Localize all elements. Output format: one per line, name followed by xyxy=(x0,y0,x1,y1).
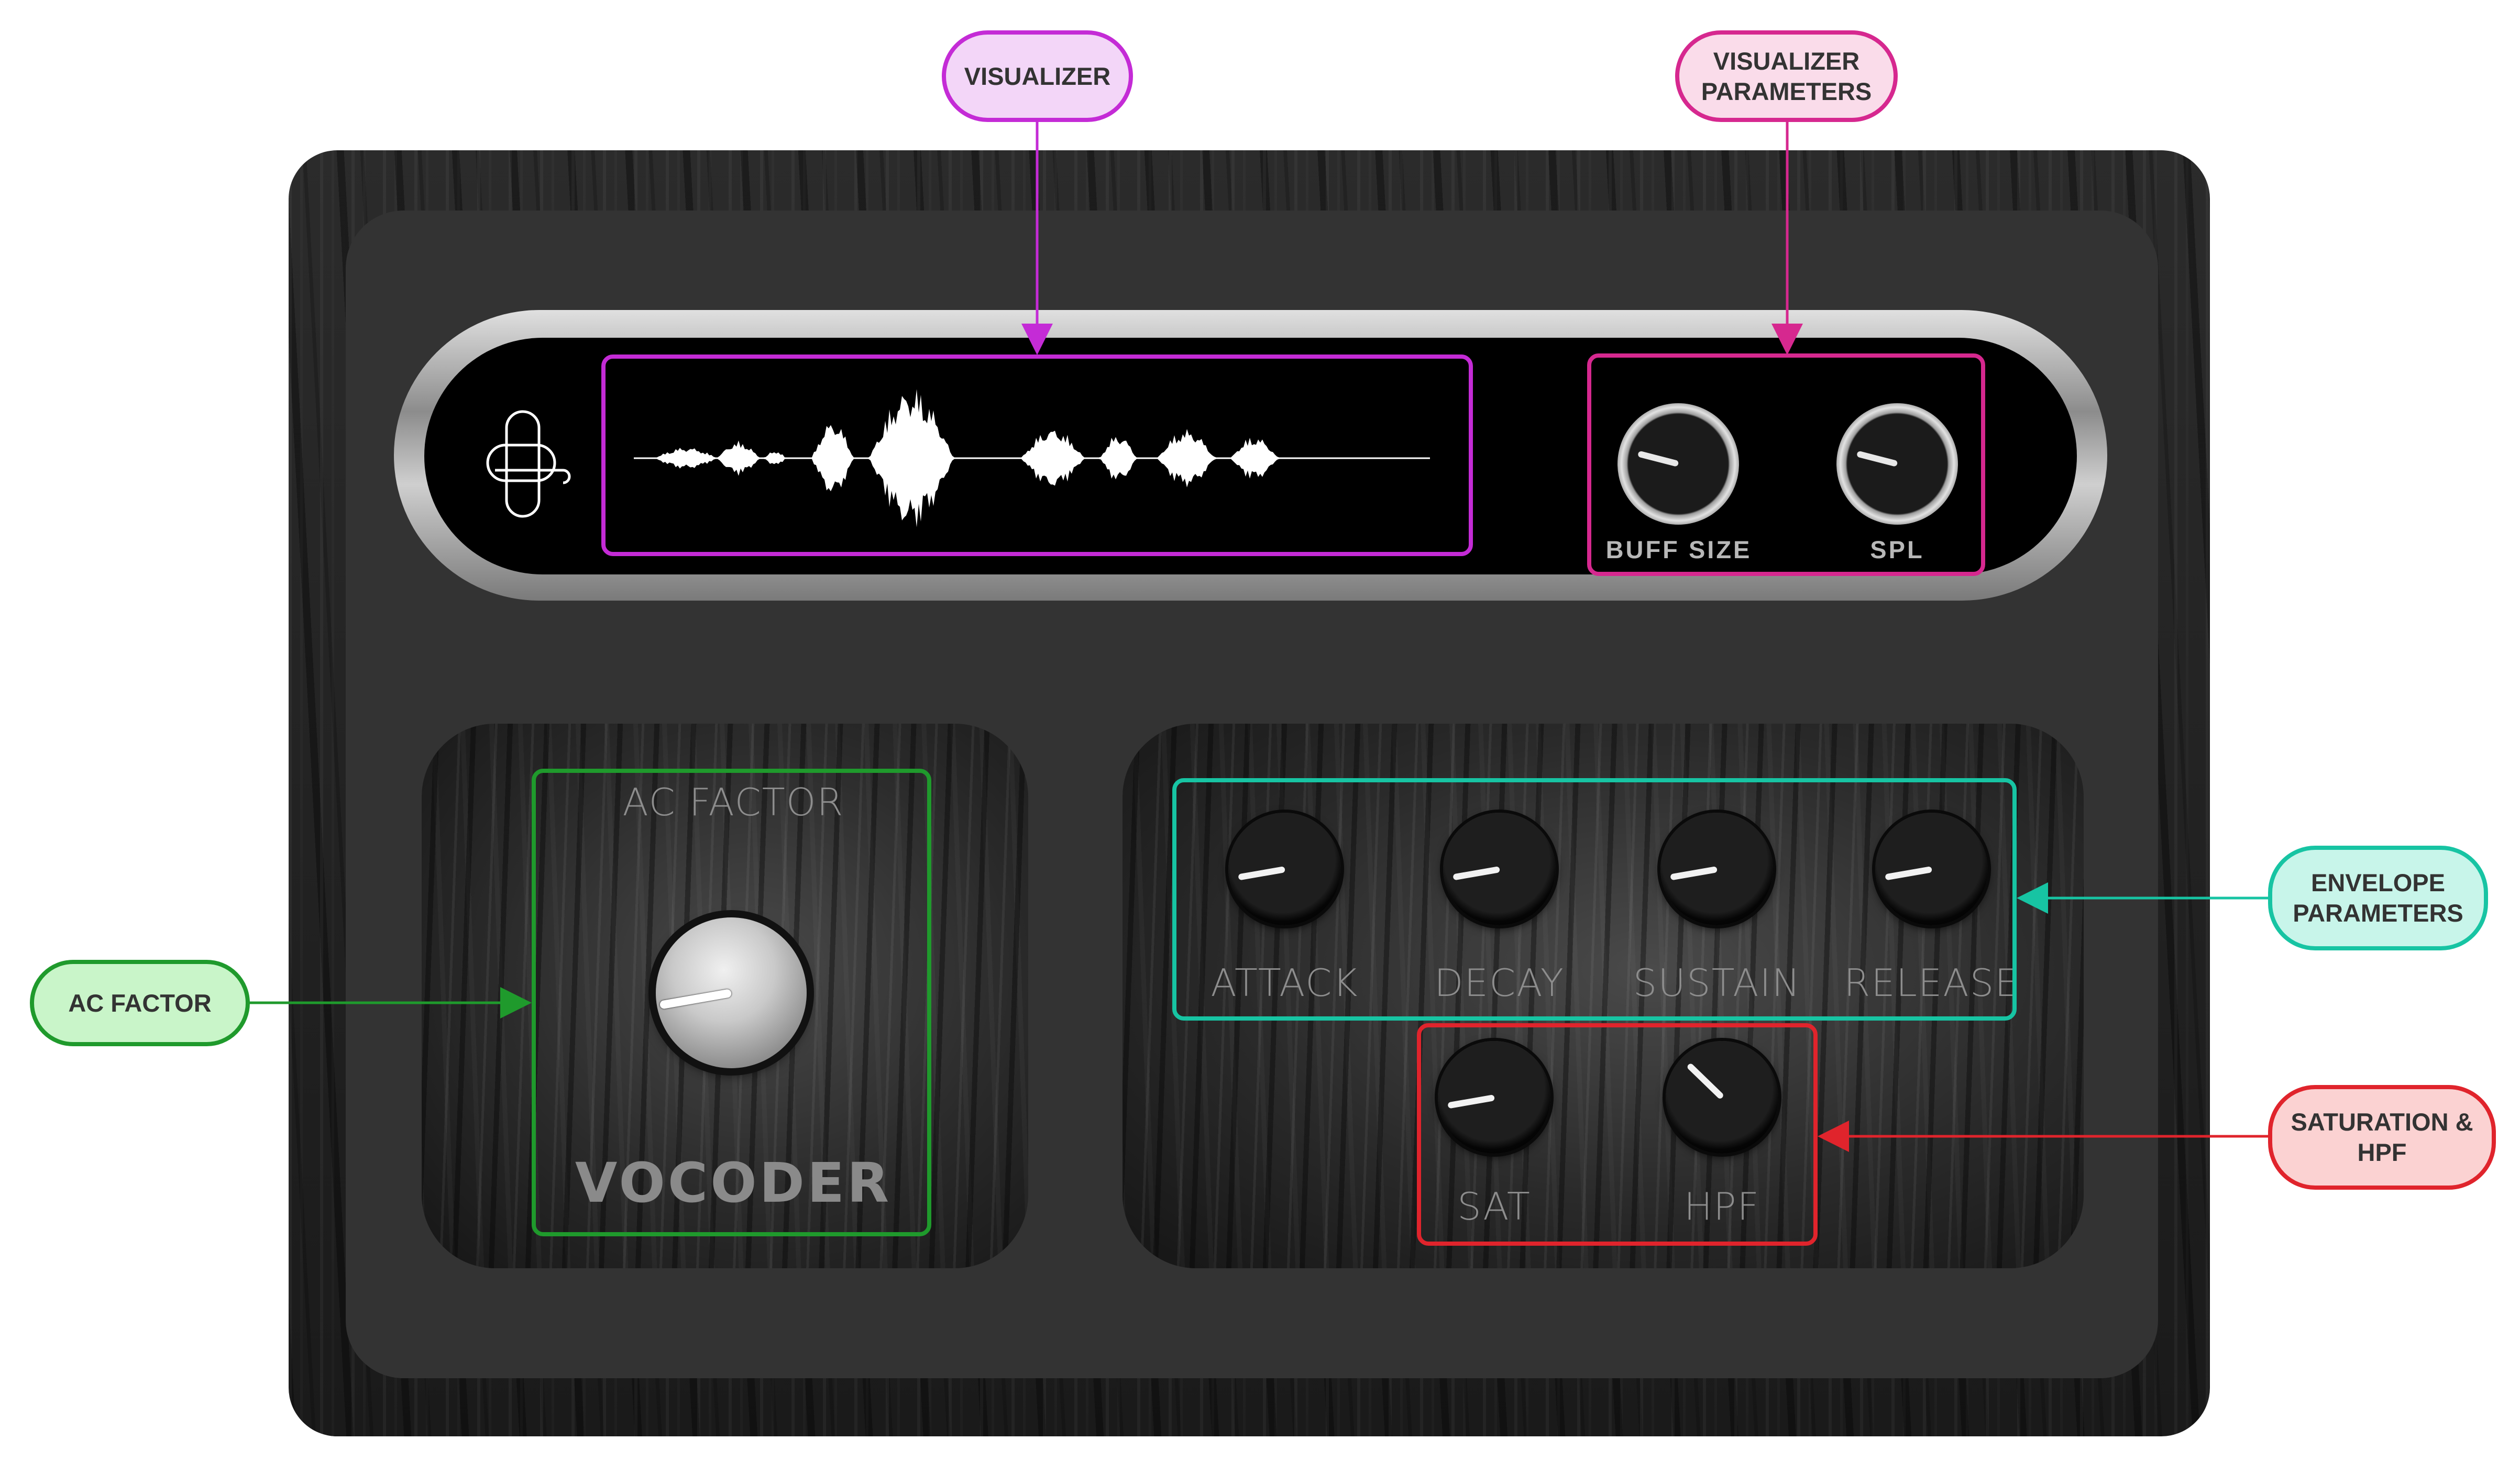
envelope-parameters-callout: ENVELOPE PARAMETERS xyxy=(2268,846,2488,950)
visualizer-parameters-callout: VISUALIZER PARAMETERS xyxy=(1675,30,1898,122)
callout-text: HPF xyxy=(2357,1138,2407,1166)
envelope-parameters-highlight xyxy=(1172,778,2017,1021)
callout-text: PARAMETERS xyxy=(1701,77,1872,105)
visualizer-callout: VISUALIZER xyxy=(942,30,1133,122)
callout-text: VISUALIZER xyxy=(1713,47,1860,75)
visualizer-highlight xyxy=(601,355,1473,556)
annotation-leaders xyxy=(249,120,2271,1152)
ac-factor-highlight xyxy=(532,769,931,1236)
callout-text: PARAMETERS xyxy=(2293,899,2463,927)
visualizer-parameters-highlight xyxy=(1587,353,1985,576)
saturation-hpf-highlight xyxy=(1417,1023,1818,1246)
callout-text: SATURATION & xyxy=(2291,1108,2473,1136)
saturation-hpf-callout: SATURATION & HPF xyxy=(2268,1085,2496,1190)
callout-text: ENVELOPE xyxy=(2311,869,2445,896)
ac-factor-callout: AC FACTOR xyxy=(30,960,250,1046)
callout-text: AC FACTOR xyxy=(68,989,212,1017)
callout-text: VISUALIZER xyxy=(964,62,1111,90)
